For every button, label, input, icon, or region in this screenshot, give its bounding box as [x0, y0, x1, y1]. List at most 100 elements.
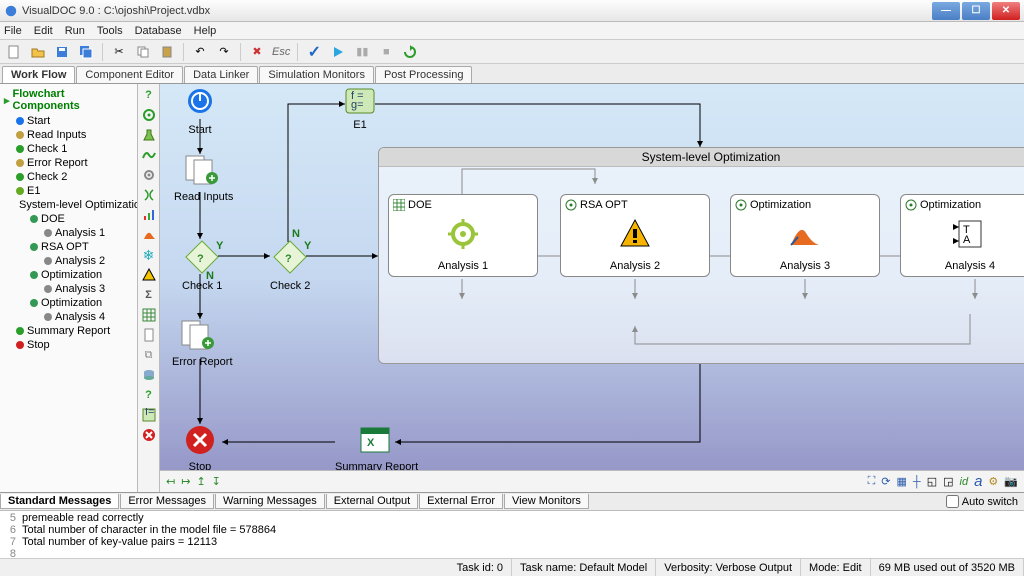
menu-run[interactable]: Run: [65, 25, 85, 37]
refresh-run-icon[interactable]: [400, 42, 420, 62]
esc-label: Esc: [271, 42, 291, 62]
message-console[interactable]: 5premeable read correctly6Total number o…: [0, 510, 1024, 558]
doc-tool-icon[interactable]: [140, 326, 158, 344]
tab-sim-monitors[interactable]: Simulation Monitors: [259, 66, 374, 83]
tree-item[interactable]: Error Report: [2, 156, 135, 170]
link-tool-icon[interactable]: ⧉: [140, 346, 158, 364]
refresh-icon[interactable]: ⟳: [881, 475, 890, 488]
eq-tool-icon[interactable]: f=: [140, 406, 158, 424]
tree-item[interactable]: Check 2: [2, 170, 135, 184]
minimize-button[interactable]: —: [932, 2, 960, 20]
tree-item[interactable]: System-level Optimization: [2, 198, 135, 212]
camera-icon[interactable]: 📷: [1004, 475, 1018, 488]
matlab-tool-icon[interactable]: [140, 226, 158, 244]
run-icon[interactable]: [328, 42, 348, 62]
grid-view-icon[interactable]: ▦: [897, 475, 907, 488]
order-front-icon[interactable]: ◲: [943, 475, 953, 488]
tab-post-processing[interactable]: Post Processing: [375, 66, 472, 83]
tree-item[interactable]: Analysis 2: [2, 254, 135, 268]
gear-tool-icon[interactable]: [140, 166, 158, 184]
tab-component-editor[interactable]: Component Editor: [76, 66, 183, 83]
menu-tools[interactable]: Tools: [97, 25, 123, 37]
tree-item[interactable]: Analysis 3: [2, 282, 135, 296]
align-up-icon[interactable]: ↥: [196, 475, 205, 488]
tree-item[interactable]: Start: [2, 114, 135, 128]
flowchart-canvas[interactable]: Start Read Inputs ? Check 1 Y N ? Check …: [160, 84, 1024, 470]
wave-tool-icon[interactable]: [140, 146, 158, 164]
close-button[interactable]: ✕: [992, 2, 1020, 20]
redo-icon[interactable]: ↷: [214, 42, 234, 62]
tree-item[interactable]: Summary Report: [2, 324, 135, 338]
tree-item[interactable]: Read Inputs: [2, 128, 135, 142]
tree-item[interactable]: E1: [2, 184, 135, 198]
tab-warning-messages[interactable]: Warning Messages: [215, 494, 325, 509]
tab-external-error[interactable]: External Error: [419, 494, 503, 509]
align-down-icon[interactable]: ↧: [212, 475, 221, 488]
check-tool-icon[interactable]: ?: [140, 386, 158, 404]
undo-icon[interactable]: ↶: [190, 42, 210, 62]
tree-item[interactable]: RSA OPT: [2, 240, 135, 254]
caution-tool-icon[interactable]: [140, 266, 158, 284]
tab-view-monitors[interactable]: View Monitors: [504, 494, 589, 509]
node-summary-report[interactable]: X Summary Report: [335, 424, 418, 470]
auto-switch-checkbox[interactable]: [946, 495, 959, 508]
tree-item[interactable]: Analysis 4: [2, 310, 135, 324]
node-e1[interactable]: f =g= E1: [345, 88, 375, 131]
open-icon[interactable]: [28, 42, 48, 62]
grid-tool-icon[interactable]: [140, 306, 158, 324]
node-optimization-2[interactable]: Optimization TA Analysis 4: [900, 194, 1024, 277]
paste-icon[interactable]: [157, 42, 177, 62]
tab-data-linker[interactable]: Data Linker: [184, 66, 258, 83]
maximize-button[interactable]: ☐: [962, 2, 990, 20]
node-error-report[interactable]: Error Report: [172, 319, 233, 368]
tab-external-output[interactable]: External Output: [326, 494, 418, 509]
tree-item[interactable]: Stop: [2, 338, 135, 352]
menu-database[interactable]: Database: [135, 25, 182, 37]
tree-item[interactable]: Analysis 1: [2, 226, 135, 240]
node-optimization-1[interactable]: Optimization Analysis 3: [730, 194, 880, 277]
tree-item[interactable]: Optimization: [2, 296, 135, 310]
snap-icon[interactable]: ┼: [913, 476, 921, 488]
node-read-inputs[interactable]: Read Inputs: [174, 154, 233, 203]
stop-tool-icon[interactable]: [140, 426, 158, 444]
order-back-icon[interactable]: ◱: [927, 475, 937, 488]
tab-standard-messages[interactable]: Standard Messages: [0, 494, 119, 509]
align-left-icon[interactable]: ↤: [166, 475, 175, 488]
tree-item[interactable]: DOE: [2, 212, 135, 226]
delete-icon[interactable]: ✖: [247, 42, 267, 62]
target-tool-icon[interactable]: [140, 106, 158, 124]
menu-help[interactable]: Help: [194, 25, 217, 37]
node-start[interactable]: Start: [182, 87, 218, 136]
help-tool-icon[interactable]: ?: [140, 86, 158, 104]
db-tool-icon[interactable]: [140, 366, 158, 384]
sum-tool-icon[interactable]: Σ: [140, 286, 158, 304]
node-doe[interactable]: DOE Analysis 1: [388, 194, 538, 277]
settings-gear-icon[interactable]: ⚙: [988, 475, 998, 488]
node-rsa-opt[interactable]: RSA OPT Analysis 2: [560, 194, 710, 277]
validate-icon[interactable]: ✓: [304, 42, 324, 62]
tree-item[interactable]: Optimization: [2, 268, 135, 282]
saveas-icon[interactable]: [76, 42, 96, 62]
dna-tool-icon[interactable]: [140, 186, 158, 204]
star-tool-icon[interactable]: ❄: [140, 246, 158, 264]
tab-workflow[interactable]: Work Flow: [2, 66, 75, 83]
menu-edit[interactable]: Edit: [34, 25, 53, 37]
align-right-icon[interactable]: ↦: [181, 475, 190, 488]
node-stop[interactable]: Stop: [184, 424, 216, 470]
copy-icon[interactable]: [133, 42, 153, 62]
menu-file[interactable]: File: [4, 25, 22, 37]
cut-icon[interactable]: ✂: [109, 42, 129, 62]
tree-header[interactable]: ▸ Flowchart Components: [2, 86, 135, 114]
font-a-icon[interactable]: a: [974, 473, 982, 490]
flask-tool-icon[interactable]: [140, 126, 158, 144]
fit-icon[interactable]: ⛶: [868, 475, 876, 488]
target-icon: [565, 199, 577, 211]
save-icon[interactable]: [52, 42, 72, 62]
new-icon[interactable]: [4, 42, 24, 62]
id-toggle-icon[interactable]: id: [960, 476, 969, 488]
pause-icon[interactable]: ▮▮: [352, 42, 372, 62]
tab-error-messages[interactable]: Error Messages: [120, 494, 214, 509]
stop-run-icon[interactable]: ■: [376, 42, 396, 62]
chart-tool-icon[interactable]: [140, 206, 158, 224]
tree-item[interactable]: Check 1: [2, 142, 135, 156]
